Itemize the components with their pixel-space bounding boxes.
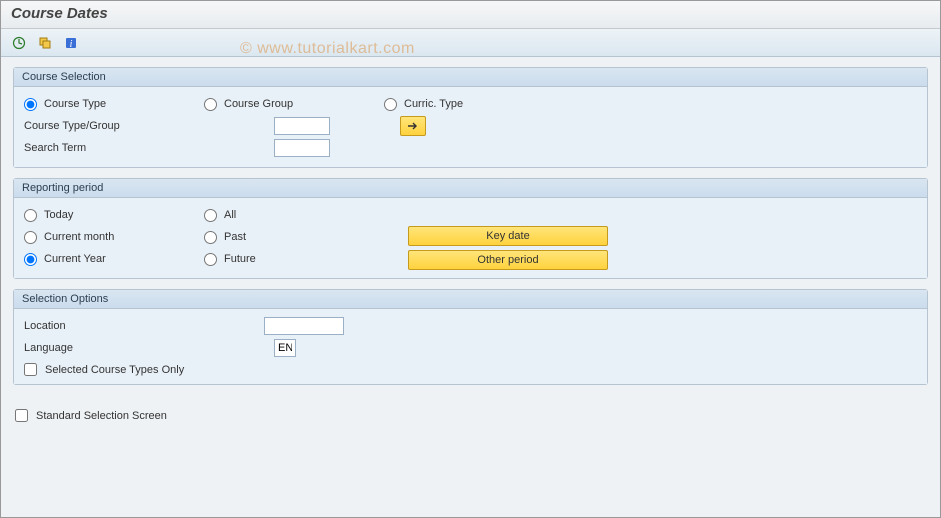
selection-options-group: Selection Options Location Language Sele… — [13, 289, 928, 385]
search-term-label: Search Term — [24, 142, 86, 154]
standard-selection-screen-row: Standard Selection Screen — [13, 409, 928, 422]
search-term-input[interactable] — [274, 139, 330, 157]
toolbar: i — [1, 29, 940, 57]
radio-today[interactable] — [24, 209, 37, 222]
radio-course-type-label: Course Type — [44, 98, 106, 110]
course-selection-title: Course Selection — [14, 68, 927, 87]
radio-future-label: Future — [224, 253, 256, 265]
reporting-period-title: Reporting period — [14, 179, 927, 198]
info-icon[interactable]: i — [61, 33, 81, 53]
standard-selection-screen-checkbox[interactable] — [15, 409, 28, 422]
radio-past-label: Past — [224, 231, 246, 243]
radio-past[interactable] — [204, 231, 217, 244]
radio-today-label: Today — [44, 209, 73, 221]
selected-course-types-only-checkbox[interactable] — [24, 363, 37, 376]
content-area: Course Selection Course Type Course Grou… — [1, 57, 940, 517]
reporting-period-group: Reporting period Today All — [13, 178, 928, 279]
radio-current-year[interactable] — [24, 253, 37, 266]
other-period-button[interactable]: Other period — [408, 250, 608, 270]
language-label: Language — [24, 342, 73, 354]
svg-text:i: i — [70, 39, 73, 50]
radio-curric-type[interactable] — [384, 98, 397, 111]
radio-current-year-label: Current Year — [44, 253, 106, 265]
selected-course-types-only-label: Selected Course Types Only — [45, 364, 184, 376]
radio-current-month-label: Current month — [44, 231, 114, 243]
radio-course-group[interactable] — [204, 98, 217, 111]
course-selection-group: Course Selection Course Type Course Grou… — [13, 67, 928, 168]
radio-all[interactable] — [204, 209, 217, 222]
radio-curric-type-label: Curric. Type — [404, 98, 463, 110]
language-input[interactable] — [274, 339, 296, 357]
execute-icon[interactable] — [9, 33, 29, 53]
key-date-button[interactable]: Key date — [408, 226, 608, 246]
radio-all-label: All — [224, 209, 236, 221]
location-label: Location — [24, 320, 66, 332]
selection-options-title: Selection Options — [14, 290, 927, 309]
radio-course-type[interactable] — [24, 98, 37, 111]
radio-course-group-label: Course Group — [224, 98, 293, 110]
radio-future[interactable] — [204, 253, 217, 266]
radio-current-month[interactable] — [24, 231, 37, 244]
standard-selection-screen-label: Standard Selection Screen — [36, 410, 167, 422]
window-title: Course Dates — [1, 1, 940, 29]
location-input[interactable] — [264, 317, 344, 335]
next-arrow-button[interactable] — [400, 116, 426, 136]
course-type-group-label: Course Type/Group — [24, 120, 120, 132]
variant-icon[interactable] — [35, 33, 55, 53]
course-type-group-input[interactable] — [274, 117, 330, 135]
